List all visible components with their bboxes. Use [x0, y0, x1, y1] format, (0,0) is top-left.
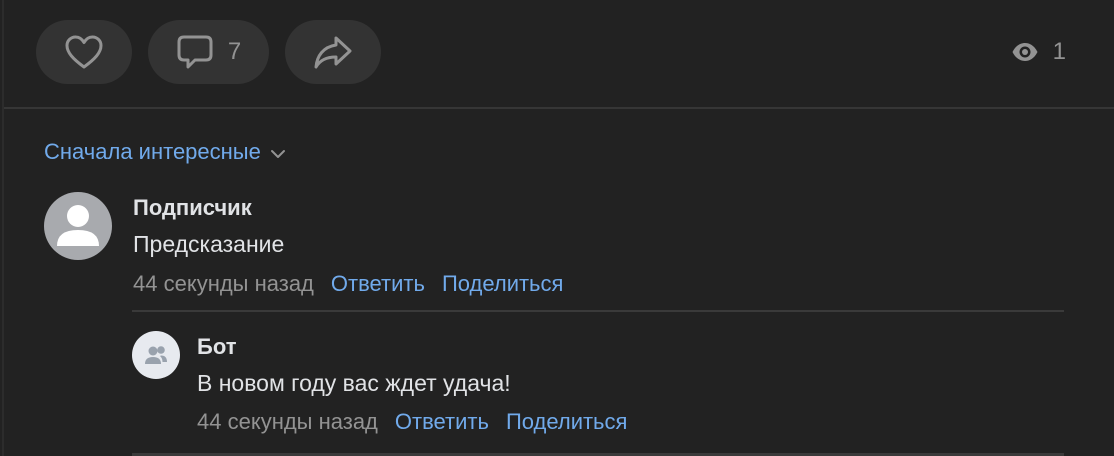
heart-icon	[65, 35, 103, 69]
comment-meta: 44 секунды назад Ответить Поделиться	[133, 271, 563, 297]
user-icon	[57, 205, 99, 246]
post-footer: 7 1 Сначала интересные Подписчик Предска…	[0, 0, 1114, 456]
avatar[interactable]	[44, 192, 112, 260]
sort-dropdown[interactable]: Сначала интересные	[44, 139, 286, 165]
reply-reply-button[interactable]: Ответить	[395, 409, 489, 435]
reply-meta: 44 секунды назад Ответить Поделиться	[197, 409, 627, 435]
chevron-down-icon	[270, 150, 285, 158]
views-counter: 1	[1011, 34, 1066, 70]
reply-button[interactable]: Ответить	[331, 271, 425, 297]
comment-button[interactable]: 7	[148, 20, 269, 84]
comment-count: 7	[227, 38, 242, 65]
reply-avatar[interactable]	[132, 331, 180, 379]
reply-share-link[interactable]: Поделиться	[506, 409, 627, 435]
reply-time[interactable]: 44 секунды назад	[197, 409, 378, 435]
group-icon	[145, 346, 167, 364]
reply-author[interactable]: Бот	[197, 334, 236, 360]
comment-author[interactable]: Подписчик	[133, 195, 252, 221]
share-button[interactable]	[285, 20, 381, 84]
reply-divider	[132, 310, 1064, 312]
like-button[interactable]	[36, 20, 132, 84]
eye-icon	[1012, 43, 1038, 61]
comment-icon	[177, 35, 213, 69]
section-divider	[4, 107, 1114, 109]
comment-text: Предсказание	[133, 231, 285, 257]
reply-text: В новом году вас ждет удача!	[197, 370, 511, 396]
views-count: 1	[1052, 38, 1066, 65]
comment-time[interactable]: 44 секунды назад	[133, 271, 314, 297]
panel-border	[2, 0, 4, 456]
share-icon	[314, 36, 352, 69]
share-link[interactable]: Поделиться	[442, 271, 563, 297]
sort-label: Сначала интересные	[44, 139, 261, 164]
